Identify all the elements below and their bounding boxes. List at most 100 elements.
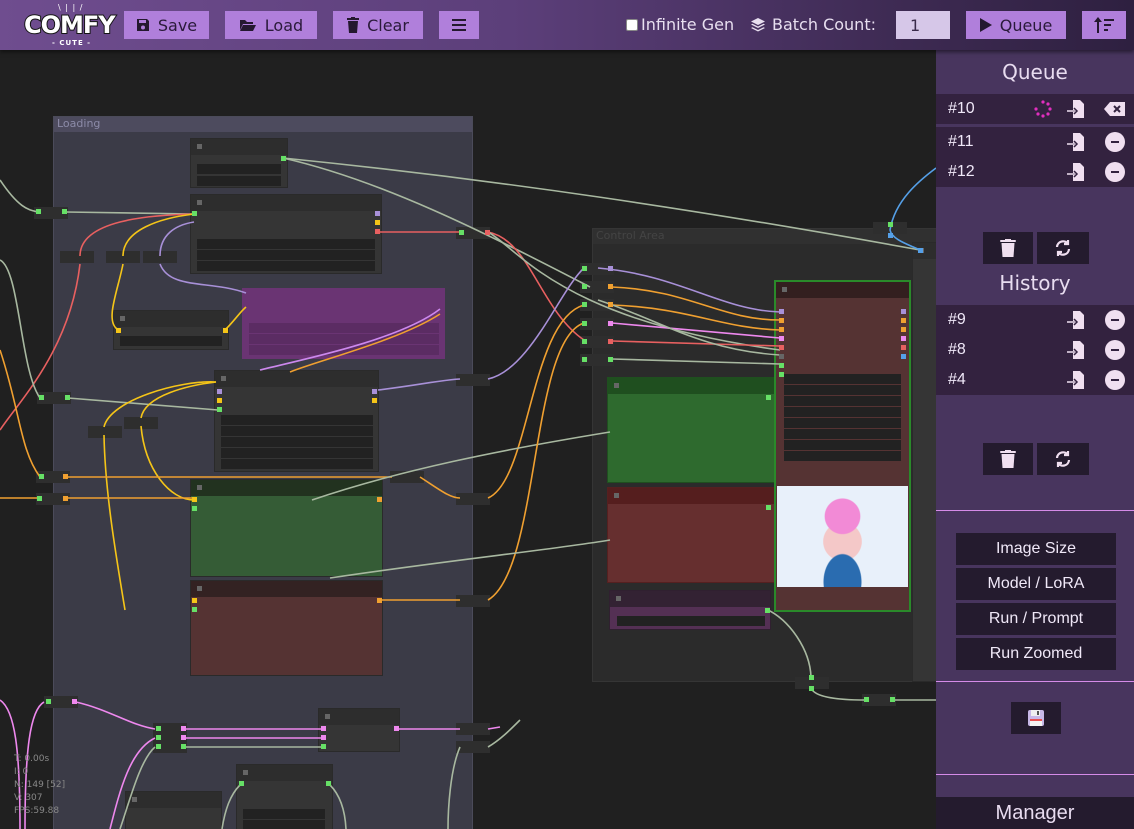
reroute-node[interactable] bbox=[390, 471, 424, 483]
reroute-node[interactable] bbox=[456, 374, 490, 386]
reroute-slot[interactable] bbox=[582, 284, 587, 289]
node[interactable] bbox=[113, 310, 229, 350]
input-slot[interactable] bbox=[779, 345, 784, 350]
node-widget[interactable] bbox=[784, 429, 901, 439]
input-slot[interactable] bbox=[217, 398, 222, 403]
reroute-node[interactable] bbox=[456, 723, 490, 735]
node-title-bar[interactable] bbox=[237, 765, 332, 781]
reroute-node[interactable] bbox=[106, 251, 140, 263]
reroute-slot[interactable] bbox=[36, 209, 41, 214]
clear-history-button[interactable] bbox=[983, 443, 1033, 475]
remove-button[interactable] bbox=[1104, 161, 1126, 183]
reroute-slot[interactable] bbox=[582, 302, 587, 307]
reroute-slot[interactable] bbox=[37, 496, 42, 501]
node[interactable] bbox=[125, 791, 222, 829]
reroute-slot[interactable] bbox=[608, 321, 613, 326]
reroute-node[interactable] bbox=[124, 417, 158, 429]
load-workflow-button[interactable] bbox=[1065, 369, 1087, 391]
node-graph-canvas[interactable]: Loading Control Area T: 0.00s I: 0 N: 14… bbox=[0, 50, 936, 829]
node-widget[interactable] bbox=[243, 809, 325, 819]
output-slot[interactable] bbox=[765, 608, 770, 613]
queue-item[interactable]: #12 bbox=[936, 157, 1134, 187]
save-button[interactable]: Save bbox=[124, 11, 209, 39]
node-title-bar[interactable] bbox=[608, 488, 774, 504]
node-title-bar[interactable] bbox=[608, 378, 774, 394]
infinite-gen-toggle[interactable]: Infinite Gen bbox=[626, 15, 734, 34]
remove-button[interactable] bbox=[1104, 369, 1126, 391]
input-slot[interactable] bbox=[156, 735, 161, 740]
preset-run-zoomed[interactable]: Run Zoomed bbox=[956, 638, 1116, 670]
load-workflow-button[interactable] bbox=[1065, 98, 1087, 120]
reroute-slot[interactable] bbox=[582, 321, 587, 326]
reroute-slot[interactable] bbox=[582, 266, 587, 271]
node-widget[interactable] bbox=[221, 448, 373, 458]
node-title-bar[interactable] bbox=[913, 243, 936, 259]
cancel-button[interactable] bbox=[1104, 98, 1126, 120]
reroute-slot[interactable] bbox=[608, 266, 613, 271]
node-widget[interactable] bbox=[221, 415, 373, 425]
history-item[interactable]: #4 bbox=[936, 365, 1134, 395]
checkpoint-loader-node[interactable] bbox=[190, 194, 382, 274]
node-title-bar[interactable] bbox=[776, 282, 909, 298]
output-slot[interactable] bbox=[901, 318, 906, 323]
output-slot[interactable] bbox=[901, 345, 906, 350]
node-widget[interactable] bbox=[784, 374, 901, 384]
input-slot[interactable] bbox=[779, 363, 784, 368]
reroute-node[interactable] bbox=[456, 741, 490, 753]
reroute-node[interactable] bbox=[456, 595, 490, 607]
save-preset-button[interactable] bbox=[1011, 702, 1061, 734]
reroute-slot[interactable] bbox=[485, 230, 490, 235]
preset-image-size[interactable]: Image Size bbox=[956, 533, 1116, 565]
reroute-slot[interactable] bbox=[608, 357, 613, 362]
output-slot[interactable] bbox=[326, 781, 331, 786]
node-title-bar[interactable] bbox=[319, 709, 399, 725]
red-node[interactable] bbox=[607, 487, 775, 583]
sort-button[interactable] bbox=[1082, 11, 1126, 39]
reroute-node[interactable] bbox=[456, 493, 490, 505]
reroute-slot[interactable] bbox=[890, 697, 895, 702]
queue-button[interactable]: Queue bbox=[966, 11, 1066, 39]
output-slot[interactable] bbox=[766, 505, 771, 510]
node-widget[interactable] bbox=[784, 451, 901, 461]
manager-tab[interactable]: Manager bbox=[936, 797, 1134, 829]
node-title-bar[interactable] bbox=[191, 139, 287, 155]
node-widget[interactable] bbox=[221, 459, 373, 469]
node-widget[interactable] bbox=[243, 820, 325, 829]
history-item[interactable]: #9 bbox=[936, 305, 1134, 335]
input-slot[interactable] bbox=[192, 506, 197, 511]
input-slot[interactable] bbox=[321, 744, 326, 749]
positive-prompt-node[interactable] bbox=[190, 479, 383, 577]
remove-button[interactable] bbox=[1104, 309, 1126, 331]
output-slot[interactable] bbox=[372, 398, 377, 403]
input-slot[interactable] bbox=[116, 328, 121, 333]
output-slot[interactable] bbox=[766, 395, 771, 400]
node[interactable] bbox=[912, 242, 936, 682]
batch-count-input[interactable] bbox=[896, 11, 950, 39]
input-slot[interactable] bbox=[321, 726, 326, 731]
output-slot[interactable] bbox=[901, 309, 906, 314]
node[interactable] bbox=[190, 138, 288, 188]
input-slot[interactable] bbox=[779, 354, 784, 359]
reroute-slot[interactable] bbox=[888, 222, 893, 227]
node-widget[interactable] bbox=[197, 164, 281, 174]
reroute-slot[interactable] bbox=[809, 686, 814, 691]
node-widget[interactable] bbox=[249, 334, 439, 344]
node-title-bar[interactable] bbox=[126, 792, 221, 808]
output-slot[interactable] bbox=[377, 497, 382, 502]
menu-button[interactable] bbox=[439, 11, 479, 39]
remove-button[interactable] bbox=[1104, 339, 1126, 361]
node[interactable] bbox=[318, 708, 400, 752]
output-slot[interactable] bbox=[281, 156, 286, 161]
load-workflow-button[interactable] bbox=[1065, 131, 1087, 153]
node[interactable] bbox=[214, 370, 379, 472]
input-slot[interactable] bbox=[779, 372, 784, 377]
node-widget[interactable] bbox=[221, 426, 373, 436]
output-slot[interactable] bbox=[223, 328, 228, 333]
reroute-slot[interactable] bbox=[39, 474, 44, 479]
input-slot[interactable] bbox=[192, 211, 197, 216]
reroute-slot[interactable] bbox=[608, 284, 613, 289]
group-title[interactable]: Loading bbox=[54, 117, 472, 132]
node-widget[interactable] bbox=[784, 385, 901, 395]
reroute-slot[interactable] bbox=[459, 230, 464, 235]
node-widget[interactable] bbox=[120, 336, 222, 346]
